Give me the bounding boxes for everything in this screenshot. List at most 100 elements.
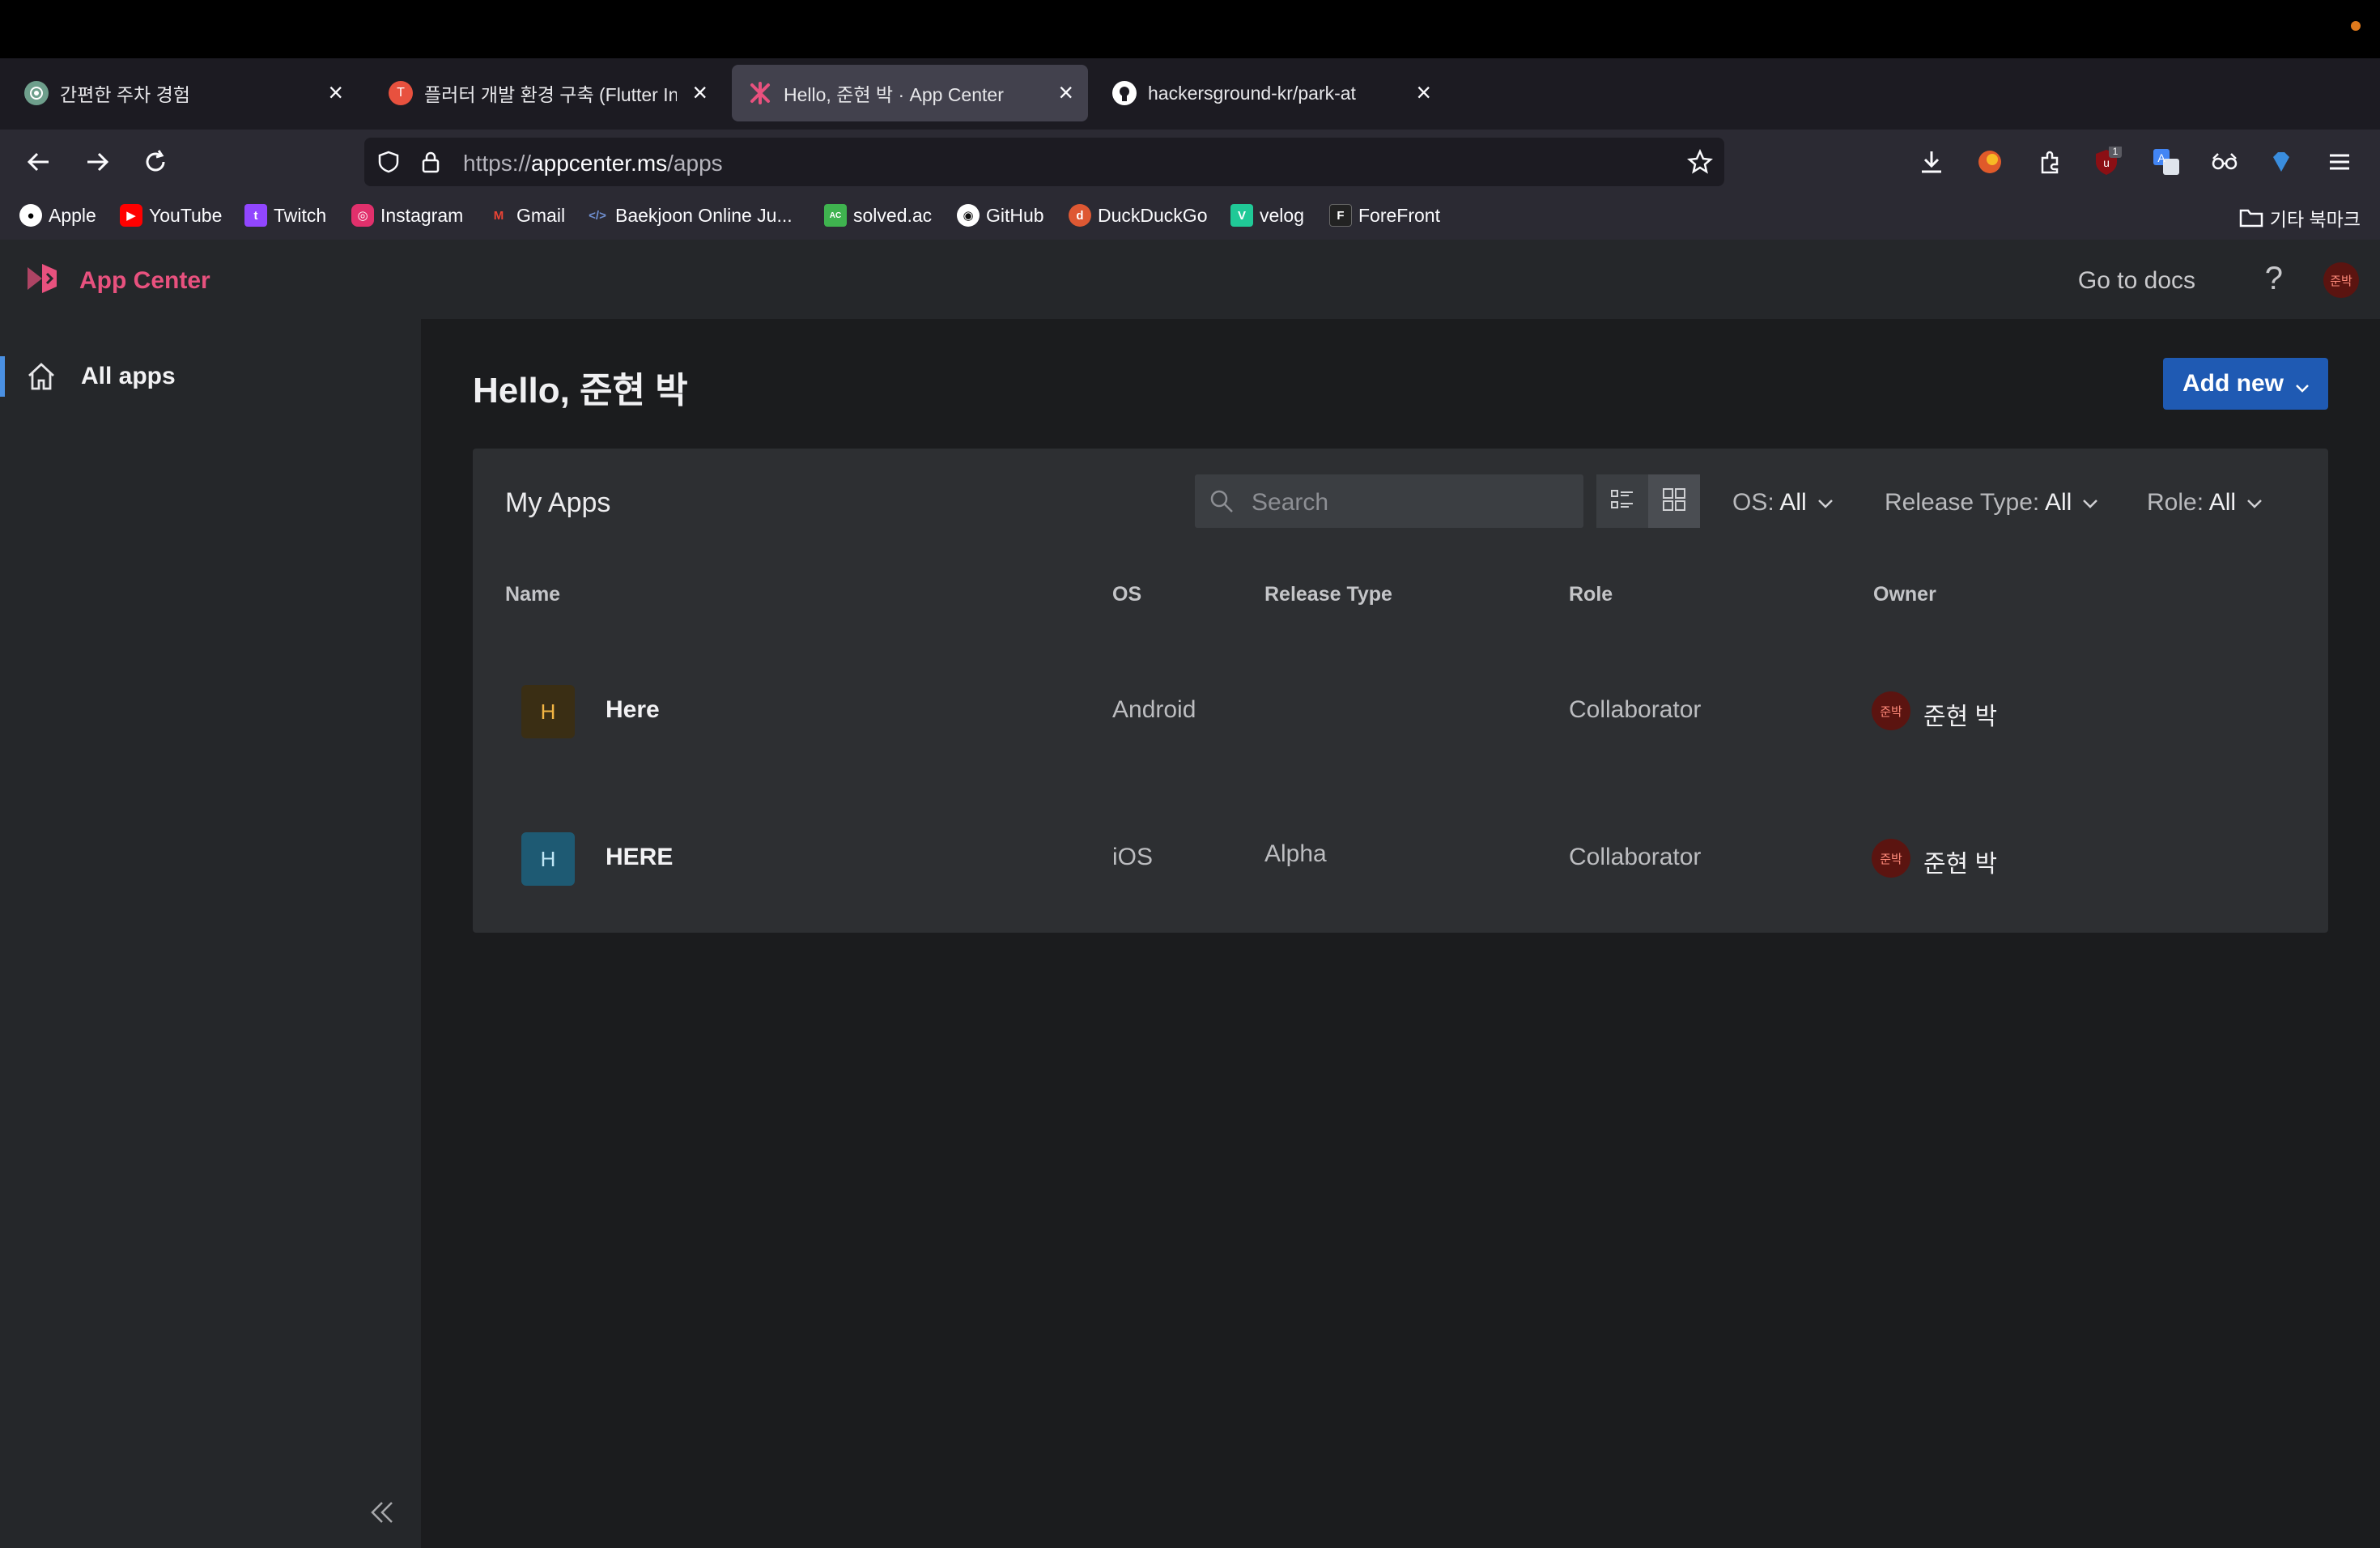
forward-icon[interactable] [78,142,117,181]
youtube-icon: ▶ [120,204,142,227]
bookmark-youtube[interactable]: ▶ YouTube [120,204,222,227]
tab-github-repo[interactable]: hackersground-kr/park-at × [1096,65,1446,121]
twitch-icon: t [244,204,267,227]
address-bar[interactable]: https://appcenter.ms/apps [364,138,1724,186]
owner-name: 준현 박 [1923,851,1998,878]
reload-icon[interactable] [136,142,175,181]
bookmark-baekjoon[interactable]: </> Baekjoon Online Ju... [586,204,792,227]
instagram-icon: ◎ [351,204,374,227]
bookmark-star-icon[interactable] [1687,148,1713,175]
sidebar-item-all-apps[interactable]: All apps [0,356,421,397]
owner-avatar: 준박 [1872,839,1910,878]
page-title: Hello, 준현 박 [473,371,688,410]
chevron-down-icon [2083,500,2098,508]
os-filter-dropdown[interactable]: OS: All [1732,489,1834,517]
column-header-role[interactable]: Role [1569,583,1613,606]
search-input[interactable]: Search [1195,474,1583,528]
bookmark-twitch[interactable]: t Twitch [244,204,326,227]
table-row[interactable]: H HERE iOS Alpha Collaborator 준박 준현 박 [473,785,2328,931]
bookmark-solved-ac[interactable]: AC solved.ac [824,204,932,227]
shield-icon[interactable] [376,149,402,175]
table-row[interactable]: H Here Android Collaborator 준박 준현 박 [473,638,2328,784]
chevron-down-icon [2294,376,2310,393]
ublock-icon[interactable]: u1 [2090,146,2123,178]
bookmark-apple[interactable]: ● Apple [19,204,96,227]
app-role: Collaborator [1569,696,1702,723]
list-view-button[interactable] [1596,474,1648,528]
tab-flutter-setup[interactable]: T 플러터 개발 환경 구축 (Flutter Insta × [372,65,722,121]
user-avatar[interactable]: 준박 [2323,262,2359,298]
openai-icon [24,81,49,105]
column-header-release-type[interactable]: Release Type [1264,583,1392,606]
lock-icon[interactable] [418,149,444,175]
reader-glasses-icon[interactable] [2208,146,2241,178]
add-new-label: Add new [2182,370,2284,397]
tab-title: 간편한 주차 경험 [60,84,190,105]
role-filter-dropdown[interactable]: Role: All [2147,489,2263,517]
other-bookmarks-folder[interactable]: 기타 북마크 [2239,204,2361,232]
app-role: Collaborator [1569,844,1702,870]
app-center-logo-icon[interactable] [23,259,62,298]
bookmark-duckduckgo[interactable]: d DuckDuckGo [1069,204,1207,227]
sidebar-item-label: All apps [81,363,176,389]
browser-navigation-bar: https://appcenter.ms/apps u1 A [0,130,2380,194]
svg-text:1: 1 [2113,147,2119,157]
gem-icon[interactable] [2265,146,2297,178]
tab-app-center[interactable]: Hello, 준현 박 · App Center × [732,65,1088,121]
my-apps-card: My Apps Search OS: All Release Type: All… [473,449,2328,933]
active-indicator [0,356,5,397]
solved-ac-icon: AC [824,204,847,227]
t-icon: T [389,81,413,105]
appcenter-icon [748,81,772,105]
app-os: iOS [1112,844,1154,870]
collapse-sidebar-icon[interactable] [366,1496,398,1529]
app-icon: H [521,832,575,886]
owner-avatar: 준박 [1872,691,1910,730]
tab-parking-experience[interactable]: 간편한 주차 경험 × [8,65,358,121]
app-release-type: Alpha [1264,840,1327,867]
help-icon[interactable]: ? [2265,261,2283,297]
app-os: Android [1112,696,1196,723]
app-center-title[interactable]: App Center [79,267,210,295]
bookmark-forefront[interactable]: F ForeFront [1329,204,1440,227]
tab-title: hackersground-kr/park-at [1148,82,1356,104]
bookmark-instagram[interactable]: ◎ Instagram [351,204,463,227]
release-type-filter-dropdown[interactable]: Release Type: All [1885,489,2099,517]
github-icon: ◉ [957,204,980,227]
close-icon[interactable]: × [692,78,708,107]
go-to-docs-link[interactable]: Go to docs [2078,267,2195,295]
close-icon[interactable]: × [328,78,343,107]
chevron-down-icon [1817,500,1833,508]
apple-icon: ● [19,204,42,227]
add-new-button[interactable]: Add new [2163,358,2328,410]
firefox-account-icon[interactable] [1974,146,2006,178]
duckduckgo-icon: d [1069,204,1091,227]
bookmark-github[interactable]: ◉ GitHub [957,204,1044,227]
column-header-name[interactable]: Name [505,583,560,606]
translate-icon[interactable]: A [2150,146,2182,178]
close-icon[interactable]: × [1058,78,1073,107]
app-name[interactable]: Here [606,696,660,724]
url-text[interactable]: https://appcenter.ms/apps [463,151,723,176]
close-icon[interactable]: × [1416,78,1431,107]
recording-indicator [2351,21,2361,31]
app-menu-icon[interactable] [2323,146,2356,178]
app-center-header: App Center Go to docs ? 준박 [0,240,2380,319]
column-header-os[interactable]: OS [1112,583,1141,606]
downloads-icon[interactable] [1915,146,1948,178]
extensions-icon[interactable] [2034,146,2066,178]
grid-view-button[interactable] [1648,474,1700,528]
grid-view-icon [1661,487,1687,517]
bookmark-velog[interactable]: Vvelog [1230,204,1304,227]
velog-icon: V [1230,204,1253,227]
app-name[interactable]: HERE [606,844,673,871]
github-icon [1112,81,1137,105]
gmail-icon: M [493,208,504,223]
card-title: My Apps [505,487,611,518]
folder-icon [2239,207,2263,228]
system-menu-bar [0,0,2380,58]
column-header-owner[interactable]: Owner [1873,583,1936,606]
bookmark-gmail[interactable]: M Gmail [487,204,565,227]
forefront-icon: F [1329,204,1352,227]
back-icon[interactable] [19,142,58,181]
